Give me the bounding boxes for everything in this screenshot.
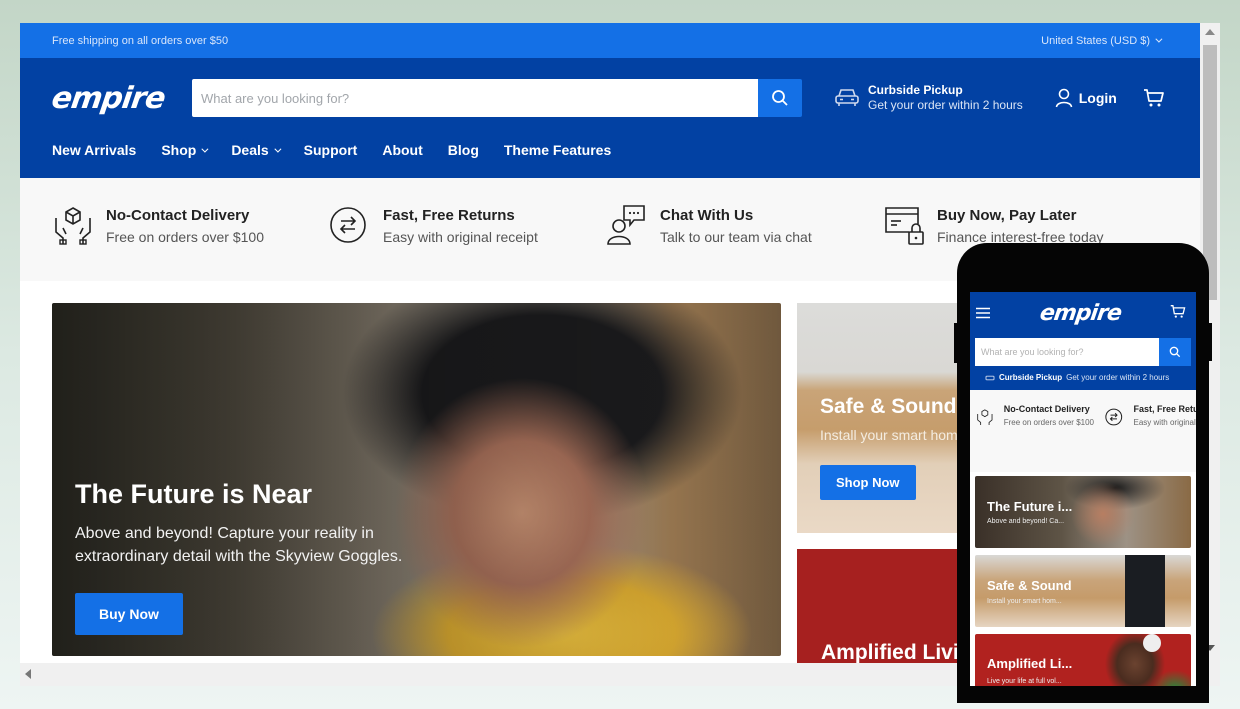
- hero-banner[interactable]: The Future is Near Above and beyond! Cap…: [52, 303, 781, 656]
- nav-label: About: [382, 142, 423, 158]
- mobile-curbside-subtitle: Get your order within 2 hours: [1066, 373, 1170, 382]
- mobile-curbside[interactable]: Curbside Pickup Get your order within 2 …: [985, 373, 1169, 382]
- mobile-curbside-title: Curbside Pickup: [999, 373, 1063, 382]
- mobile-feature-item: No-Contact Delivery Free on orders over …: [976, 404, 1094, 472]
- feature-title: Buy Now, Pay Later: [937, 207, 1077, 224]
- exchange-arrows-icon: [1105, 408, 1123, 426]
- search-button[interactable]: [758, 79, 802, 117]
- search-input[interactable]: [192, 79, 758, 117]
- cart-icon: [1143, 89, 1164, 107]
- announcement-text: Free shipping on all orders over $50: [52, 34, 229, 47]
- card-text: Install your smart hom...: [987, 598, 1062, 605]
- hands-box-icon: [55, 207, 91, 245]
- search-bar: [192, 79, 802, 117]
- user-icon: [1055, 88, 1073, 108]
- curbside-title: Curbside Pickup: [868, 83, 963, 97]
- search-icon: [772, 90, 788, 106]
- cart-icon[interactable]: [1170, 304, 1186, 319]
- feature-item: Chat With Us Talk to our team via chat: [606, 204, 883, 281]
- hands-box-icon: [977, 409, 993, 426]
- feature-subtitle: Easy with original receipt: [1133, 418, 1196, 427]
- nav-label: Blog: [447, 142, 479, 158]
- speaker-image: [1125, 555, 1165, 627]
- feature-subtitle: Easy with original receipt: [383, 229, 538, 245]
- hero-title: The Future is Near: [75, 479, 313, 509]
- login-link[interactable]: Login: [1055, 88, 1117, 108]
- nav-label: Deals: [231, 142, 269, 158]
- nav-blog[interactable]: Blog: [448, 142, 479, 158]
- country-label: United States (USD $): [1041, 34, 1150, 47]
- chat-person-icon: [607, 205, 645, 245]
- feature-item: Fast, Free Returns Easy with original re…: [329, 204, 606, 281]
- feature-title: Fast, Free Returns: [1133, 404, 1196, 414]
- car-icon: [835, 89, 859, 106]
- chevron-down-icon: [201, 145, 209, 153]
- nav-label: Theme Features: [503, 142, 612, 158]
- shop-now-button[interactable]: Shop Now: [820, 465, 916, 500]
- mobile-feature-item: Fast, Free Returns Easy with original re…: [1104, 404, 1196, 472]
- phone-side-button: [1208, 323, 1212, 361]
- phone-screen: empire Curbside Pickup Get your order wi…: [970, 292, 1196, 686]
- menu-icon[interactable]: [976, 307, 990, 319]
- nav-shop[interactable]: Shop: [161, 142, 209, 158]
- promo-title: Safe & Sound: [820, 395, 957, 418]
- logo[interactable]: empire: [50, 81, 195, 116]
- phone-mockup: empire Curbside Pickup Get your order wi…: [954, 243, 1212, 703]
- feature-title: No-Contact Delivery: [106, 207, 250, 224]
- search-icon: [1169, 346, 1181, 358]
- car-icon: [985, 375, 995, 380]
- nav-label: Support: [303, 142, 358, 158]
- feature-subtitle: Free on orders over $100: [106, 229, 264, 245]
- feature-title: Chat With Us: [660, 207, 754, 224]
- curbside-subtitle: Get your order within 2 hours: [868, 98, 1023, 112]
- mobile-features: No-Contact Delivery Free on orders over …: [970, 390, 1196, 472]
- chevron-down-icon: [274, 145, 282, 153]
- card-text: Live your life at full vol...: [987, 678, 1062, 685]
- country-selector[interactable]: United States (USD $): [1041, 35, 1168, 47]
- nav-about[interactable]: About: [382, 142, 422, 158]
- exchange-arrows-icon: [330, 207, 366, 243]
- announcement-bar: Free shipping on all orders over $50 Uni…: [20, 23, 1200, 58]
- login-label: Login: [1078, 90, 1117, 106]
- feature-subtitle: Talk to our team via chat: [660, 229, 812, 245]
- hero-text: Above and beyond! Capture your reality i…: [75, 525, 403, 565]
- promo-text: Install your smart home: [820, 427, 966, 443]
- feature-title: Fast, Free Returns: [383, 207, 515, 224]
- phone-side-button: [954, 323, 958, 363]
- buy-now-button[interactable]: Buy Now: [75, 593, 183, 635]
- mobile-logo[interactable]: empire: [1038, 301, 1122, 326]
- scroll-up-arrow-icon[interactable]: [1205, 29, 1215, 35]
- nav-label: New Arrivals: [52, 142, 137, 158]
- nav-new-arrivals[interactable]: New Arrivals: [52, 142, 136, 158]
- main-nav: New Arrivals Shop Deals Support About Bl…: [52, 130, 1168, 170]
- feature-item: No-Contact Delivery Free on orders over …: [52, 204, 329, 281]
- nav-theme-features[interactable]: Theme Features: [504, 142, 611, 158]
- feature-title: No-Contact Delivery: [1003, 404, 1090, 414]
- chevron-down-icon: [1155, 35, 1163, 43]
- card-title: The Future i...: [987, 499, 1073, 514]
- mobile-card-safe-sound[interactable]: Safe & Sound Install your smart hom...: [975, 555, 1191, 627]
- mobile-search-input[interactable]: [975, 338, 1159, 366]
- nav-label: Shop: [161, 142, 197, 158]
- scroll-left-arrow-icon[interactable]: [25, 669, 31, 679]
- mobile-card-future[interactable]: The Future i... Above and beyond! Ca...: [975, 476, 1191, 548]
- card-title: Safe & Sound: [987, 578, 1072, 593]
- card-title: Amplified Li...: [987, 656, 1073, 671]
- headphone-image: [1143, 634, 1161, 652]
- feature-subtitle: Free on orders over $100: [1003, 418, 1094, 427]
- card-text: Above and beyond! Ca...: [987, 518, 1065, 525]
- mobile-search-bar: [975, 338, 1191, 366]
- mobile-search-button[interactable]: [1159, 338, 1191, 366]
- nav-deals[interactable]: Deals: [231, 142, 282, 158]
- mobile-card-amplified[interactable]: Amplified Li... Live your life at full v…: [975, 634, 1191, 686]
- site-header: empire Curbside Pickup Get your order wi…: [20, 58, 1200, 178]
- nav-support[interactable]: Support: [304, 142, 358, 158]
- cart-button[interactable]: [1143, 88, 1165, 108]
- card-lock-icon: [885, 207, 924, 245]
- curbside-pickup[interactable]: Curbside Pickup Get your order within 2 …: [834, 83, 1023, 113]
- mobile-header: empire Curbside Pickup Get your order wi…: [970, 292, 1196, 390]
